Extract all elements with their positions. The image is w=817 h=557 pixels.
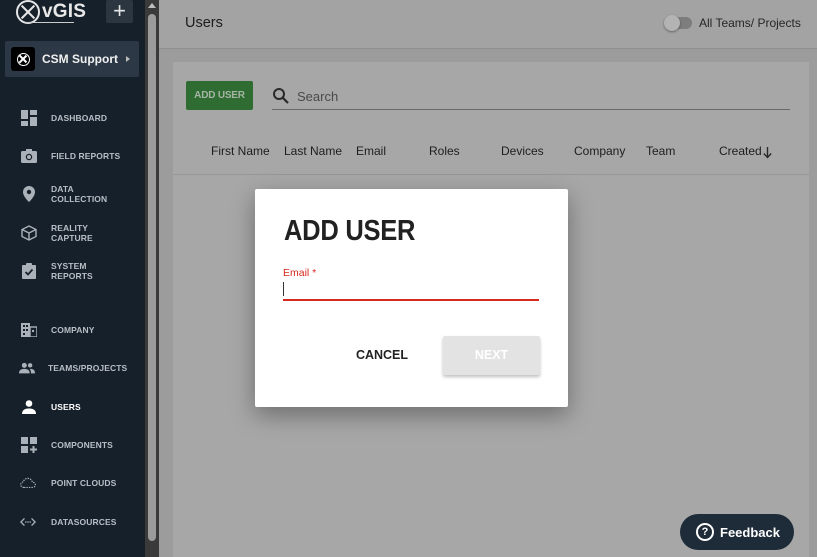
- column-header-last-name[interactable]: Last Name: [284, 144, 342, 158]
- building-icon: [21, 322, 37, 338]
- feedback-button[interactable]: ? Feedback: [680, 514, 794, 550]
- people-icon: [19, 360, 35, 376]
- sidebar-item-data-collection[interactable]: DATA COLLECTION: [0, 179, 145, 209]
- logo-text: vGIS: [42, 1, 87, 22]
- all-teams-toggle[interactable]: [664, 15, 692, 31]
- scrollbar-thumb[interactable]: [148, 14, 156, 541]
- camera-icon: [21, 148, 37, 164]
- scroll-up-arrow-icon[interactable]: [148, 3, 156, 8]
- add-button[interactable]: +: [106, 0, 133, 23]
- sidebar-item-label: DASHBOARD: [51, 113, 108, 123]
- column-header-created[interactable]: Created: [719, 144, 762, 158]
- sidebar-item-dashboard[interactable]: DASHBOARD: [0, 103, 145, 133]
- dashboard-icon: [21, 110, 37, 126]
- sidebar-item-label: DATASOURCES: [51, 517, 117, 527]
- column-header-devices[interactable]: Devices: [501, 144, 544, 158]
- help-circle-icon: ?: [696, 523, 714, 541]
- sidebar-scrollbar[interactable]: [145, 0, 159, 557]
- chevron-right-icon: [126, 56, 130, 62]
- search-icon: [272, 87, 290, 105]
- column-header-email[interactable]: Email: [356, 144, 386, 158]
- add-user-button[interactable]: ADD USER: [186, 81, 253, 110]
- cancel-button[interactable]: CANCEL: [353, 345, 411, 365]
- vgis-logo-icon: [16, 0, 40, 24]
- person-icon: [21, 399, 37, 415]
- column-header-company[interactable]: Company: [574, 144, 625, 158]
- sidebar-item-company[interactable]: COMPANY: [0, 315, 145, 345]
- column-header-first-name[interactable]: First Name: [211, 144, 270, 158]
- location-pin-icon: [21, 186, 37, 202]
- sidebar-item-label: FIELD REPORTS: [51, 151, 121, 161]
- header-bar: Users All Teams/ Projects: [159, 0, 817, 49]
- search-input[interactable]: [297, 86, 787, 106]
- sidebar-item-point-clouds[interactable]: POINT CLOUDS: [0, 468, 145, 498]
- sidebar-item-label: TEAMS/PROJECTS: [48, 363, 128, 373]
- column-header-roles[interactable]: Roles: [429, 144, 460, 158]
- email-underline: [283, 299, 539, 301]
- sidebar-item-reality-capture[interactable]: REALITY CAPTURE: [0, 218, 145, 248]
- sidebar-item-users[interactable]: USERS: [0, 392, 145, 422]
- sidebar-item-datasources[interactable]: DATASOURCES: [0, 507, 145, 537]
- logo-underline: [26, 22, 74, 23]
- sidebar-item-label: REALITY CAPTURE: [51, 223, 93, 243]
- table-header-divider: [173, 174, 809, 175]
- text-caret: [283, 282, 284, 296]
- cube-icon: [21, 225, 37, 241]
- sidebar-item-label: COMPANY: [51, 325, 95, 335]
- sidebar-item-system-reports[interactable]: SYSTEM REPORTS: [0, 256, 145, 286]
- sidebar: vGIS + CSM Support DASHBOARD FIELD REPOR…: [0, 0, 145, 557]
- cloud-icon: [20, 475, 36, 491]
- app-logo[interactable]: vGIS: [16, 0, 86, 24]
- org-name: CSM Support: [42, 52, 118, 66]
- sidebar-item-label: DATA COLLECTION: [51, 184, 108, 204]
- sidebar-item-label: USERS: [51, 402, 81, 412]
- dialog-title: ADD USER: [284, 215, 416, 247]
- page-title: Users: [185, 15, 223, 31]
- email-field[interactable]: [283, 281, 539, 299]
- sort-descending-icon[interactable]: [763, 146, 772, 164]
- sidebar-item-teams-projects[interactable]: TEAMS/PROJECTS: [0, 353, 145, 383]
- email-label: Email *: [283, 267, 317, 279]
- org-logo-icon: [11, 47, 35, 71]
- sidebar-item-label: SYSTEM REPORTS: [51, 261, 93, 281]
- toggle-knob[interactable]: [664, 15, 680, 31]
- org-selector[interactable]: CSM Support: [5, 41, 139, 77]
- sidebar-item-label: COMPONENTS: [51, 440, 113, 450]
- column-header-team[interactable]: Team: [646, 144, 675, 158]
- feedback-label: Feedback: [720, 524, 780, 540]
- sidebar-item-components[interactable]: COMPONENTS: [0, 430, 145, 460]
- next-button[interactable]: NEXT: [443, 336, 540, 375]
- sidebar-item-label: POINT CLOUDS: [51, 478, 117, 488]
- add-user-dialog: ADD USER Email * CANCEL NEXT: [255, 189, 568, 407]
- toggle-label: All Teams/ Projects: [699, 16, 801, 30]
- clipboard-check-icon: [21, 263, 37, 279]
- code-arrows-icon: [20, 514, 36, 530]
- widgets-add-icon: [21, 437, 37, 453]
- search-underline: [272, 109, 790, 110]
- sidebar-item-field-reports[interactable]: FIELD REPORTS: [0, 141, 145, 171]
